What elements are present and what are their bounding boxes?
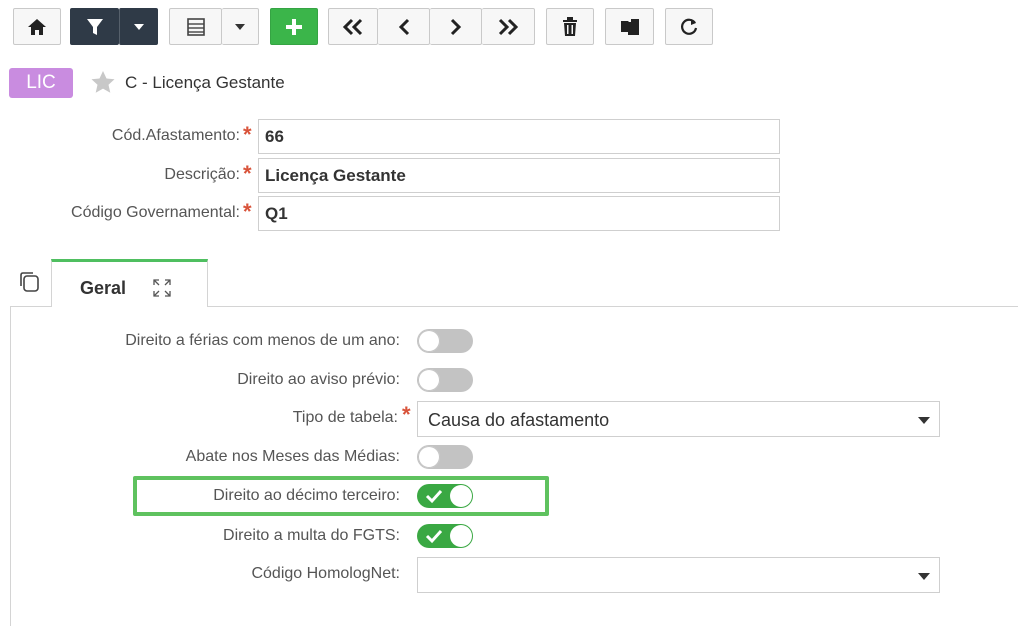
- check-icon: [425, 529, 443, 544]
- tipo-tabela-row: Tipo de tabela: * Causa do afastamento: [0, 401, 1018, 437]
- tipo-tabela-label: Tipo de tabela:: [292, 409, 398, 426]
- toggle-knob: [418, 330, 440, 352]
- filter-button[interactable]: [70, 8, 119, 45]
- descricao-input[interactable]: Licença Gestante: [258, 158, 780, 193]
- favorite-star-icon[interactable]: [90, 70, 116, 94]
- caret-down-icon: [235, 23, 245, 30]
- home-button[interactable]: [13, 8, 61, 45]
- descricao-label: Descrição:: [164, 166, 240, 183]
- plus-icon: [286, 18, 302, 35]
- home-icon: [28, 18, 46, 35]
- tabs-copy-icon[interactable]: [19, 271, 41, 293]
- ferias-menos-um-ano-toggle[interactable]: [417, 329, 473, 353]
- descricao-row: Descrição: * Licença Gestante: [0, 158, 1018, 194]
- codigo-governamental-row: Código Governamental: * Q1: [0, 196, 1018, 232]
- aviso-previo-toggle[interactable]: [417, 368, 473, 392]
- cod-afastamento-row: Cód.Afastamento: * 66: [0, 119, 1018, 155]
- tab-geral-label: Geral: [80, 278, 127, 298]
- codigo-governamental-label: Código Governamental:: [71, 204, 240, 221]
- list-view-button[interactable]: [169, 8, 222, 45]
- aviso-previo-row: Direito ao aviso prévio:: [0, 363, 1018, 397]
- multa-fgts-row: Direito a multa do FGTS:: [0, 519, 1018, 553]
- abate-meses-row: Abate nos Meses das Médias:: [0, 440, 1018, 474]
- codigo-homolognet-row: Código HomologNet:: [0, 557, 1018, 593]
- caret-down-icon: [918, 573, 930, 580]
- caret-down-icon: [918, 417, 930, 424]
- expand-icon[interactable]: [153, 279, 171, 297]
- list-dropdown-button[interactable]: [222, 8, 259, 45]
- abate-meses-label: Abate nos Meses das Médias:: [185, 448, 400, 465]
- filter-dropdown-button[interactable]: [119, 8, 158, 45]
- page-title: C - Licença Gestante: [125, 73, 285, 92]
- cod-afastamento-label: Cód.Afastamento:: [111, 127, 240, 144]
- tab-geral[interactable]: Geral: [51, 259, 208, 307]
- record-badge: LIC: [9, 68, 73, 98]
- double-chevron-left-icon: [342, 18, 363, 35]
- required-marker: *: [243, 122, 252, 147]
- caret-down-icon: [133, 23, 144, 30]
- required-marker: *: [243, 161, 252, 186]
- abate-meses-toggle[interactable]: [417, 445, 473, 469]
- copy-icon: [620, 18, 639, 35]
- required-marker: *: [243, 199, 252, 224]
- multa-fgts-toggle[interactable]: [417, 524, 473, 548]
- chevron-left-icon: [398, 18, 409, 35]
- toggle-knob: [418, 369, 440, 391]
- tipo-tabela-select[interactable]: Causa do afastamento: [417, 401, 940, 437]
- double-chevron-right-icon: [498, 18, 519, 35]
- chevron-right-icon: [450, 18, 461, 35]
- ferias-menos-um-ano-row: Direito a férias com menos de um ano:: [0, 324, 1018, 358]
- refresh-button[interactable]: [665, 8, 713, 45]
- tipo-tabela-value: Causa do afastamento: [428, 410, 610, 430]
- required-marker: *: [402, 402, 411, 427]
- toggle-knob: [450, 525, 472, 547]
- trash-icon: [563, 16, 577, 36]
- aviso-previo-label: Direito ao aviso prévio:: [237, 371, 400, 388]
- delete-button[interactable]: [546, 8, 594, 45]
- last-record-button[interactable]: [482, 8, 535, 45]
- record-header: LIC C - Licença Gestante: [0, 64, 1018, 100]
- filter-icon: [86, 18, 103, 35]
- cod-afastamento-input[interactable]: 66: [258, 119, 780, 154]
- codigo-homolognet-select[interactable]: [417, 557, 940, 593]
- list-icon: [186, 17, 205, 36]
- codigo-governamental-input[interactable]: Q1: [258, 196, 780, 231]
- add-button[interactable]: [270, 8, 318, 45]
- next-record-button[interactable]: [430, 8, 482, 45]
- copy-button[interactable]: [605, 8, 654, 45]
- codigo-homolognet-label: Código HomologNet:: [251, 565, 400, 582]
- multa-fgts-label: Direito a multa do FGTS:: [223, 527, 400, 544]
- refresh-icon: [681, 18, 698, 35]
- toggle-knob: [418, 446, 440, 468]
- previous-record-button[interactable]: [378, 8, 430, 45]
- ferias-menos-um-ano-label: Direito a férias com menos de um ano:: [125, 332, 400, 349]
- highlight-box: [133, 476, 549, 516]
- toolbar: [0, 0, 1018, 58]
- first-record-button[interactable]: [328, 8, 378, 45]
